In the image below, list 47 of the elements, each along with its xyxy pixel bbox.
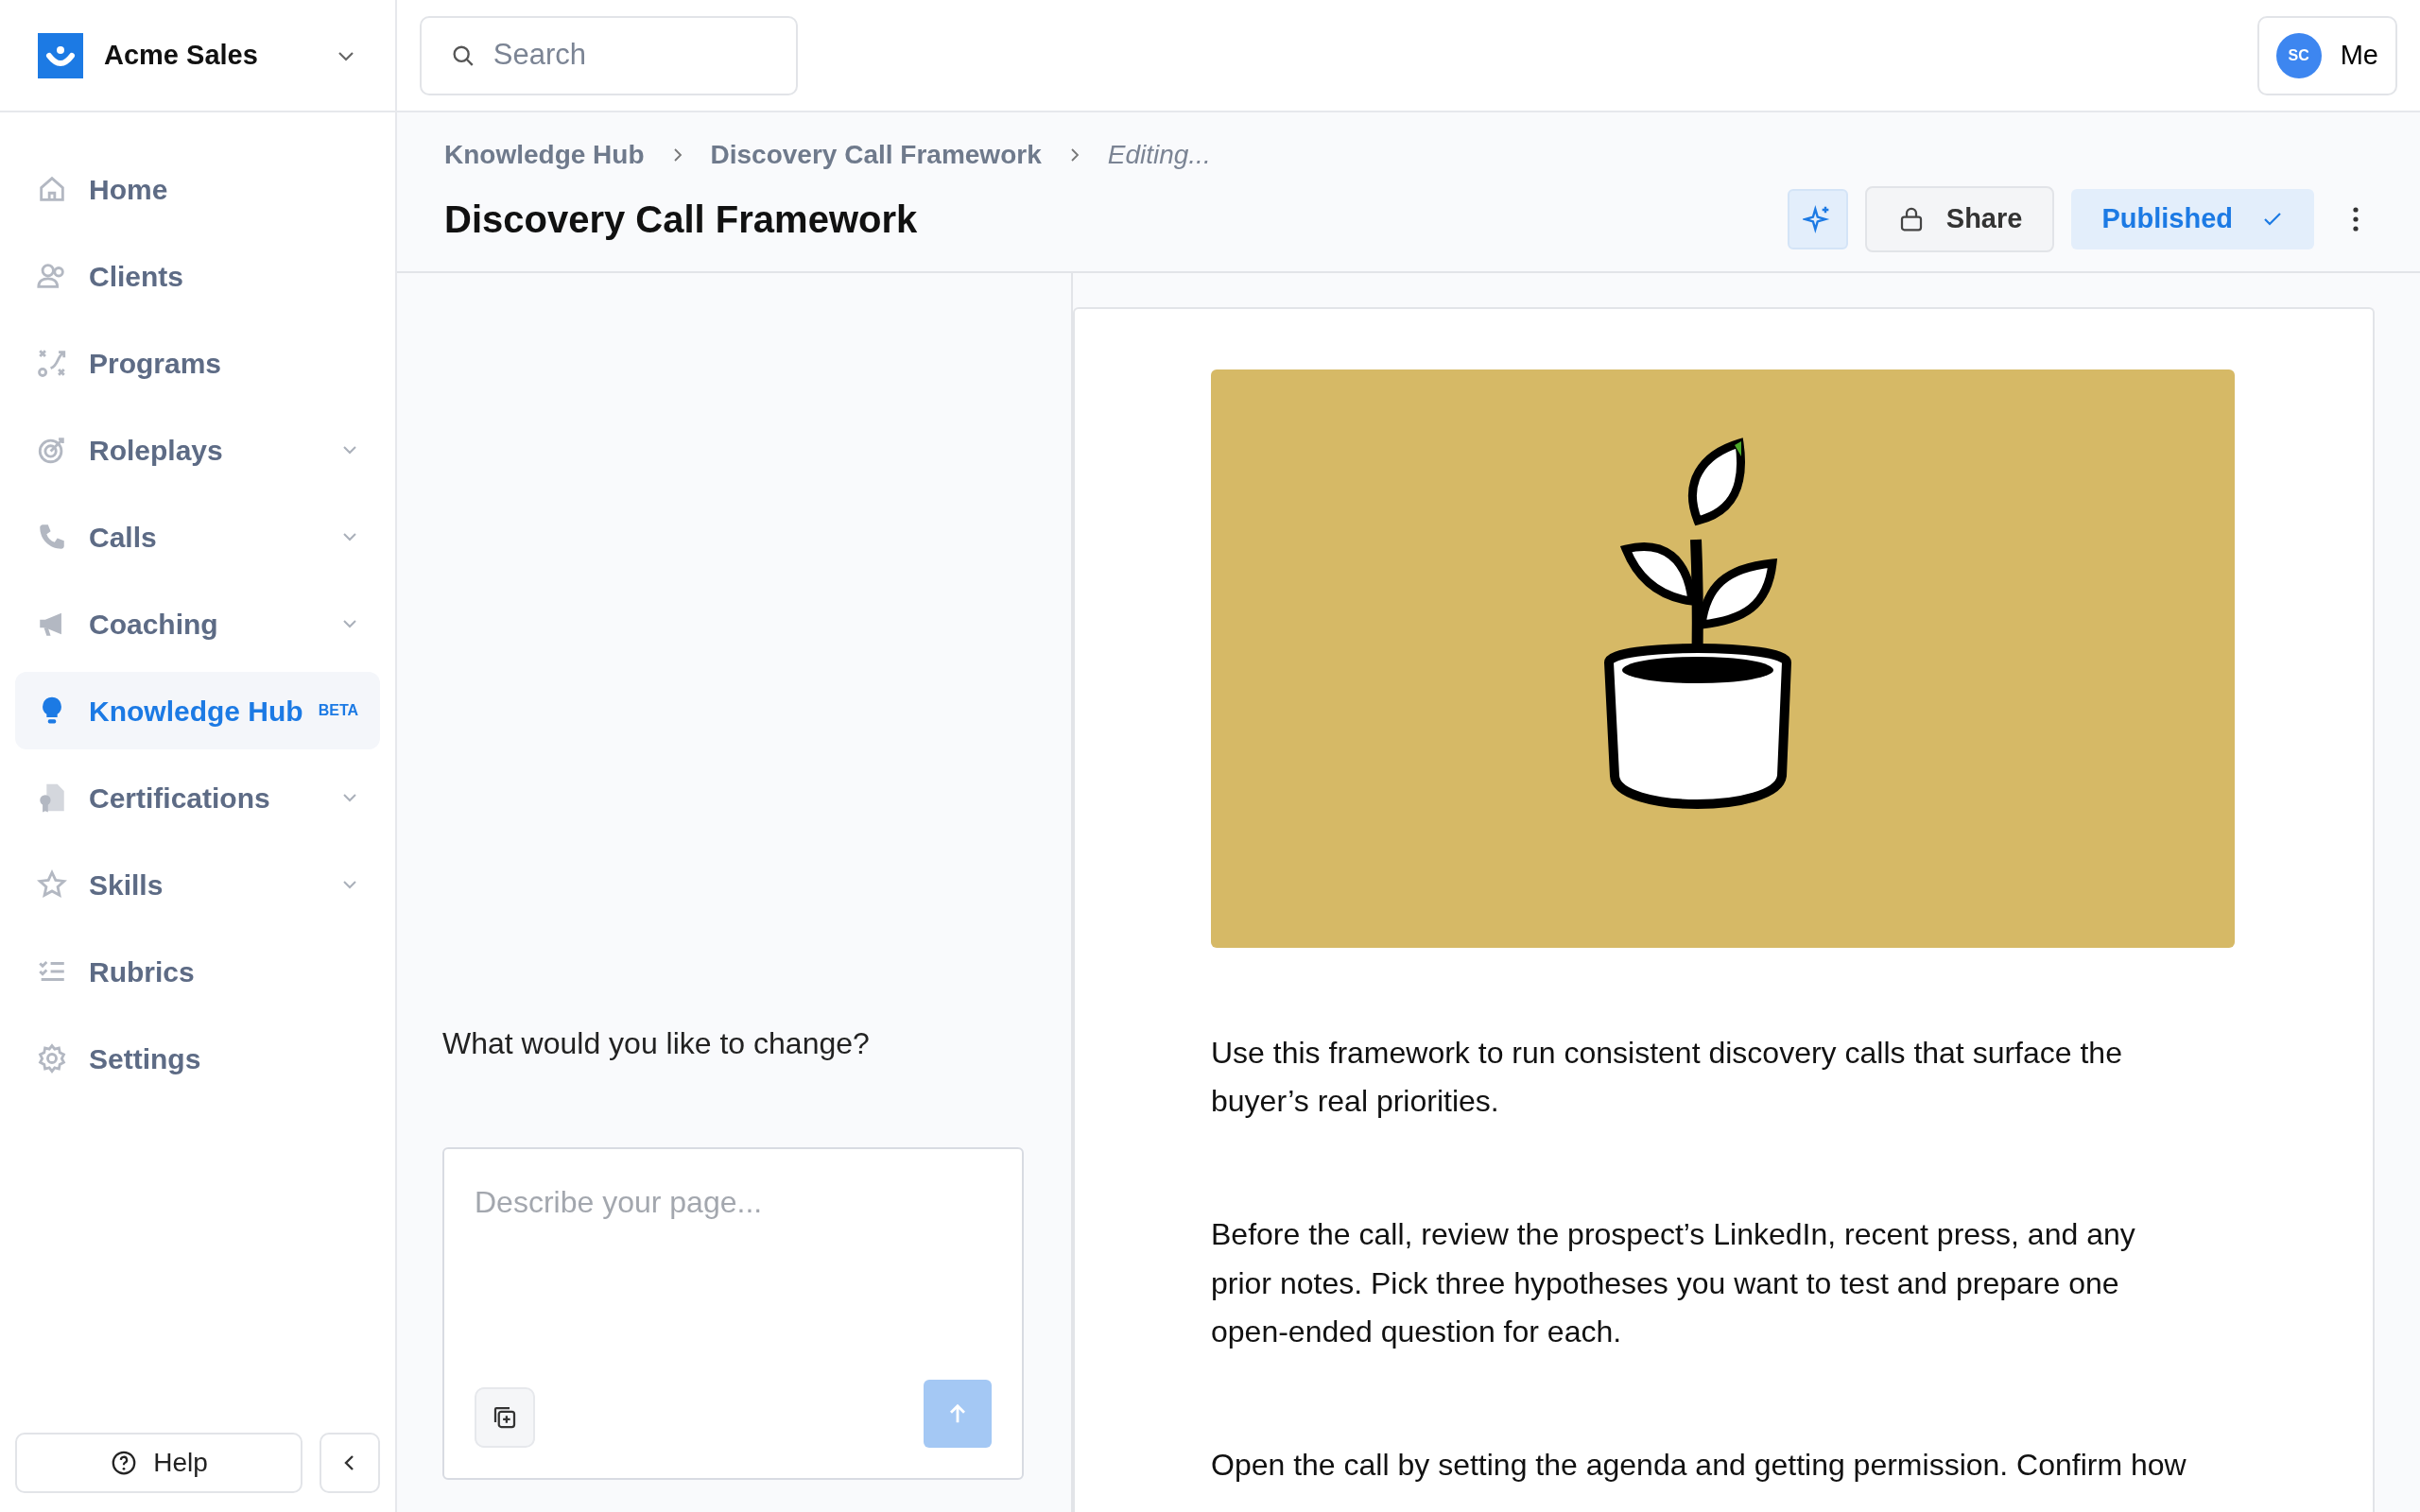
sidebar-item-label: Knowledge Hub	[89, 694, 303, 729]
gear-icon	[36, 1042, 68, 1074]
composer-field[interactable]: Describe your page...	[442, 1147, 1024, 1480]
sidebar-item[interactable]: Knowledge Hub BETA	[15, 672, 380, 749]
sidebar-item[interactable]: Clients	[15, 237, 380, 315]
sidebar-item-label: Rubrics	[89, 954, 195, 989]
paragraph: Before the call, review the prospect’s LinkedIn, recent press, and any prior notes. Pick three hypotheses you want to test and prepare one open-ended question for each.	[1211, 1216, 2136, 1350]
sidebar-item-label: Calls	[89, 520, 157, 555]
chat-input-field[interactable]: Describe your page...	[475, 1179, 992, 1380]
published-button[interactable]: Published	[2071, 189, 2314, 249]
breadcrumb-link[interactable]: Knowledge Hub	[444, 135, 645, 175]
sidebar-item-label: Roleplays	[89, 433, 223, 468]
sidebar-item[interactable]: Skills	[15, 846, 380, 923]
user-menu-button[interactable]: SC Me	[2256, 15, 2397, 95]
sidebar-item[interactable]: Roleplays	[15, 411, 380, 489]
search-box[interactable]: Search	[420, 15, 798, 95]
sidebar-item[interactable]: Home	[15, 150, 380, 228]
sidebar-item[interactable]: Coaching	[15, 585, 380, 662]
paragraph: Open the call by setting the agenda and getting permission. Confirm how	[1211, 1446, 2187, 1484]
beta-label: BETA	[318, 701, 359, 720]
prompt-text: What would you like to change?	[442, 1025, 871, 1062]
sidebar-item[interactable]: Programs	[15, 324, 380, 402]
add-copy-button[interactable]	[475, 1387, 535, 1448]
sidebar-item[interactable]: Certifications	[15, 759, 380, 836]
share-button[interactable]: Share	[1864, 186, 2055, 252]
sidebar-item[interactable]: Settings	[15, 1020, 380, 1097]
sidebar-item-label: Certifications	[89, 781, 270, 816]
logo-icon	[38, 32, 83, 78]
sidebar-item-label: Skills	[89, 868, 164, 902]
search-field[interactable]: Search	[491, 32, 768, 78]
strategy-icon	[36, 347, 68, 379]
more-icon	[2352, 206, 2360, 232]
sidebar-item[interactable]: Calls	[15, 498, 380, 576]
sidebar-item[interactable]: Rubrics	[15, 933, 380, 1010]
star-icon	[36, 868, 68, 901]
workspace-name[interactable]: Acme Sales	[104, 34, 258, 77]
page-title: Discovery Call Framework	[444, 198, 918, 242]
help-button[interactable]: Help	[15, 1433, 302, 1493]
sidebar-item-label: Clients	[89, 259, 184, 294]
sidebar-item-label: Coaching	[89, 607, 218, 642]
sidebar-item-label: Programs	[89, 346, 222, 381]
sidebar-item-label: Home	[89, 172, 168, 207]
paragraph: Use this framework to run consistent discovery calls that surface the buyer’s real priorities.	[1211, 1035, 2123, 1121]
breadcrumb-link[interactable]: Discovery Call Framework	[710, 135, 1042, 175]
ai-sparkle-button[interactable]	[1787, 189, 1848, 249]
editing-status: Editing...	[1107, 139, 1211, 171]
sidebar-item-label: Settings	[89, 1041, 201, 1076]
